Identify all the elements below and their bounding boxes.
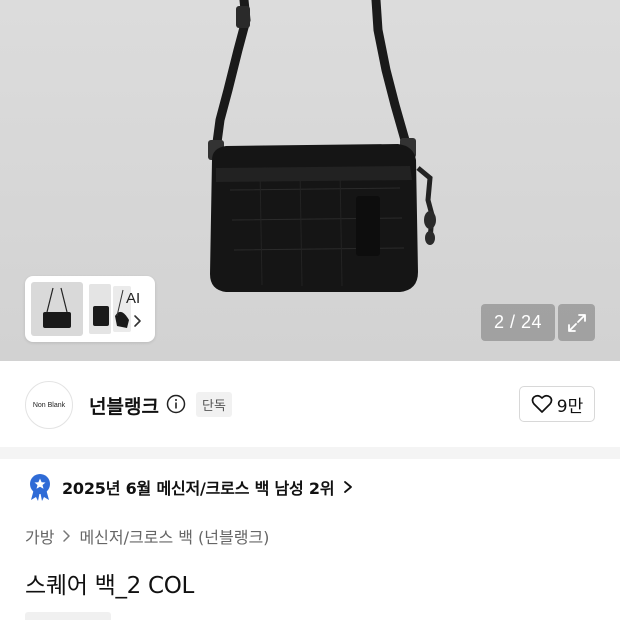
product-image-gallery[interactable]: AI 2 / 24: [0, 0, 620, 361]
thumbnail-image: [31, 282, 83, 336]
ranking-link[interactable]: 2025년 6월 메신저/크로스 백 남성 2위: [28, 472, 354, 502]
info-icon[interactable]: [166, 394, 186, 414]
brand-logo[interactable]: Non Blank: [25, 381, 73, 429]
ranking-text: 2025년 6월 메신저/크로스 백 남성 2위: [62, 479, 335, 498]
brand-name[interactable]: 넌블랭크: [89, 392, 159, 419]
product-tag: [25, 612, 111, 620]
heart-icon: [531, 394, 553, 413]
expand-button[interactable]: [558, 304, 595, 341]
chevron-right-icon: [134, 315, 141, 327]
image-counter: 2 / 24: [481, 304, 555, 341]
exclusive-label: 단독: [202, 399, 226, 414]
chevron-right-icon: [344, 481, 353, 493]
product-title: 스퀘어 백_2 COL: [25, 573, 195, 599]
like-count: 9만: [556, 396, 584, 417]
ai-label: AI: [126, 290, 141, 307]
ai-similar-items-card[interactable]: AI: [25, 276, 155, 342]
section-divider: [0, 447, 620, 459]
brand-logo-text: Non Blank: [32, 401, 66, 409]
chevron-right-icon: [63, 530, 71, 542]
exclusive-badge: 단독: [196, 392, 232, 417]
like-button[interactable]: 9만: [519, 386, 595, 422]
ranking-badge-icon: [30, 474, 50, 501]
breadcrumb: 가방 메신저/크로스 백 (넌블랭크): [25, 524, 269, 548]
expand-icon: [567, 313, 586, 332]
breadcrumb-item[interactable]: 메신저/크로스 백 (넌블랭크): [79, 524, 269, 548]
thumbnail-image: [89, 284, 111, 334]
breadcrumb-item[interactable]: 가방: [25, 524, 54, 548]
